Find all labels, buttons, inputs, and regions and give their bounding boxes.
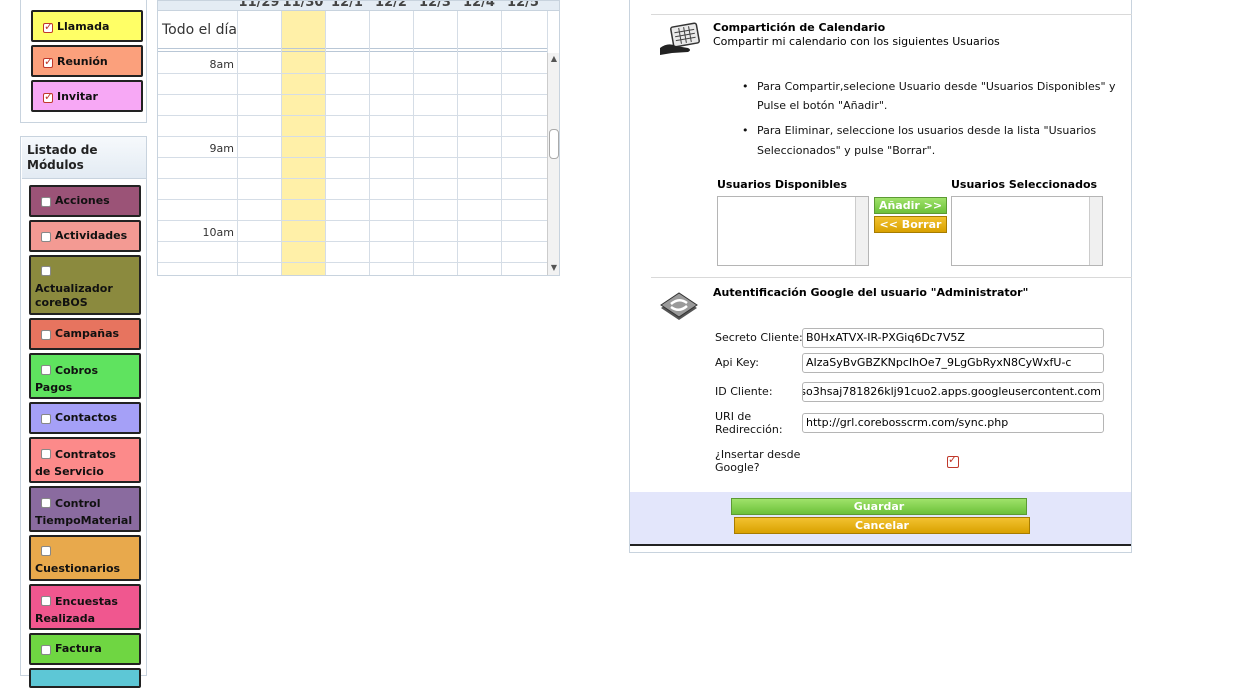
module-actualizador-corebos[interactable]: Actualizador coreBOS xyxy=(29,255,141,315)
remove-user-button[interactable]: << Borrar xyxy=(874,216,947,233)
module-control-tiempomaterial[interactable]: Control TiempoMaterial xyxy=(29,486,141,532)
instruction-line: Para Compartir,selecione Usuario desde "… xyxy=(757,80,1116,93)
module-label: Factura xyxy=(55,642,102,655)
share-section-subtitle: Compartir mi calendario con los siguient… xyxy=(713,35,1000,48)
activity-type-label: Reunión xyxy=(57,55,108,68)
module-cuestionarios[interactable]: Cuestionarios xyxy=(29,535,141,581)
selected-users-list[interactable] xyxy=(951,196,1103,266)
module-label: Contactos xyxy=(55,411,118,424)
hour-label: 9am xyxy=(209,142,234,155)
available-users-list[interactable] xyxy=(717,196,869,266)
hour-label: 8am xyxy=(209,58,234,71)
insert-from-google-label-line1: ¿Insertar desde xyxy=(715,448,801,461)
api-key-input[interactable]: AIzaSyBvGBZKNpcIhOe7_9LgGbRyxN8CyWxfU-c xyxy=(802,353,1104,373)
redirect-uri-label-line2: Redirección: xyxy=(715,423,783,436)
module-actividades[interactable]: Actividades xyxy=(29,220,141,252)
scroll-thumb[interactable] xyxy=(549,129,559,159)
checkbox-actualizador[interactable] xyxy=(41,266,51,276)
modules-panel-title: Listado de Módulos xyxy=(22,137,146,179)
checkbox-llamada[interactable] xyxy=(43,20,53,33)
day-header[interactable]: 11/29 xyxy=(237,1,281,10)
module-campanas[interactable]: Campañas xyxy=(29,318,141,350)
module-acciones[interactable]: Acciones xyxy=(29,185,141,217)
day-header[interactable]: 12/5 xyxy=(501,1,545,10)
module-label: Cuestionarios xyxy=(35,562,121,575)
module-cobros-pagos[interactable]: Cobros Pagos xyxy=(29,353,141,399)
module-label: Encuestas Realizada xyxy=(35,595,118,625)
module-label: Campañas xyxy=(55,327,120,340)
api-key-label: Api Key: xyxy=(715,356,759,369)
day-header[interactable]: 12/2 xyxy=(369,1,413,10)
module-factura[interactable]: Factura xyxy=(29,633,141,665)
module-label: Actividades xyxy=(55,229,128,242)
save-button[interactable]: Guardar xyxy=(731,498,1027,515)
client-id-input[interactable]: 327lnihso3hsaj781826klj91cuo2.apps.googl… xyxy=(802,382,1104,402)
checkbox-actividades[interactable] xyxy=(41,232,51,242)
instruction-line: Para Eliminar, seleccione los usuarios d… xyxy=(757,124,1097,137)
redirect-uri-input[interactable]: http://grl.corebosscrm.com/sync.php xyxy=(802,413,1104,433)
modules-panel: Listado de Módulos Acciones Actividades … xyxy=(20,136,147,688)
activity-type-label: Invitar xyxy=(57,90,98,103)
activity-types-panel: Llamada Reunión Invitar xyxy=(20,0,147,123)
day-header[interactable]: 12/1 xyxy=(325,1,369,10)
activity-type-invitar[interactable]: Invitar xyxy=(31,80,143,112)
calendar-scrollbar[interactable]: ▲ ▼ xyxy=(547,53,559,275)
day-header[interactable]: 12/3 xyxy=(413,1,457,10)
activity-type-reunion[interactable]: Reunión xyxy=(31,45,143,77)
activity-type-label: Llamada xyxy=(57,20,110,33)
checkbox-cuestionarios[interactable] xyxy=(41,546,51,556)
instruction-line: Seleccionados" y pulse "Borrar". xyxy=(757,144,936,157)
day-header[interactable]: 12/4 xyxy=(457,1,501,10)
module-contratos-servicio[interactable]: Contratos de Servicio xyxy=(29,437,141,483)
module-label: Contratos de Servicio xyxy=(35,448,116,478)
client-secret-input[interactable]: B0HxATVX-IR-PXGiq6Dc7V5Z xyxy=(802,328,1104,348)
available-users-label: Usuarios Disponibles xyxy=(717,178,847,191)
activity-type-llamada[interactable]: Llamada xyxy=(31,10,143,42)
selected-users-label: Usuarios Seleccionados xyxy=(951,178,1098,191)
google-sync-icon xyxy=(657,288,701,322)
checkbox-contactos[interactable] xyxy=(41,414,51,424)
calendar-week-view: 11/29 11/30 12/1 12/2 12/3 12/4 12/5 Tod… xyxy=(157,0,560,276)
module-contactos[interactable]: Contactos xyxy=(29,402,141,434)
module-label: Cobros Pagos xyxy=(35,364,99,394)
scroll-up-icon[interactable]: ▲ xyxy=(549,54,559,64)
module-label: Actualizador coreBOS xyxy=(35,282,113,309)
instruction-line: Pulse el botón "Añadir". xyxy=(757,99,888,112)
checkbox-reunion[interactable] xyxy=(43,55,53,68)
client-id-label: ID Cliente: xyxy=(715,385,773,398)
insert-from-google-label-line2: Google? xyxy=(715,461,760,474)
listbox-scrollbar[interactable] xyxy=(855,197,868,265)
cancel-button[interactable]: Cancelar xyxy=(734,517,1030,534)
calendar-share-icon xyxy=(658,22,702,58)
hour-label: 10am xyxy=(202,226,234,239)
listbox-scrollbar[interactable] xyxy=(1089,197,1102,265)
checkbox-invitar[interactable] xyxy=(43,90,53,103)
client-id-value: 327lnihso3hsaj781826klj91cuo2.apps.googl… xyxy=(802,385,1101,398)
scroll-down-icon[interactable]: ▼ xyxy=(549,263,559,273)
day-header-today[interactable]: 11/30 xyxy=(281,1,325,10)
module-label: Acciones xyxy=(55,194,110,207)
calendar-settings-panel: Compartición de Calendario Compartir mi … xyxy=(629,0,1132,553)
module-label: Control TiempoMaterial xyxy=(35,497,133,527)
module-next[interactable] xyxy=(29,668,141,688)
checkbox-acciones[interactable] xyxy=(41,197,51,207)
module-encuestas-realizada[interactable]: Encuestas Realizada xyxy=(29,584,141,630)
insert-from-google-checkbox[interactable] xyxy=(947,453,959,468)
checkbox-factura[interactable] xyxy=(41,645,51,655)
google-section-title: Autentificación Google del usuario "Admi… xyxy=(713,286,1029,299)
client-secret-label: Secreto Cliente: xyxy=(715,331,803,344)
redirect-uri-label-line1: URI de xyxy=(715,410,752,423)
share-section-title: Compartición de Calendario xyxy=(713,21,886,34)
all-day-label: Todo el día xyxy=(162,22,237,38)
add-user-button[interactable]: Añadir >> xyxy=(874,197,947,214)
checkbox-campanas[interactable] xyxy=(41,330,51,340)
